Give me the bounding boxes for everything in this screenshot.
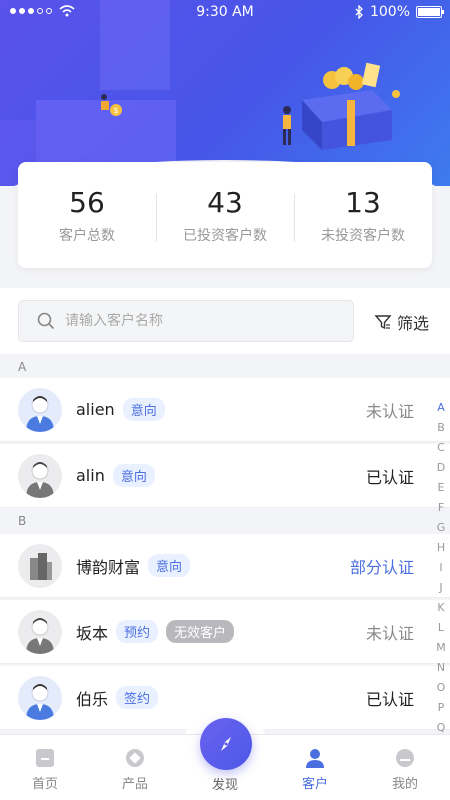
list-item[interactable]: alien 意向 未认证 [0, 378, 450, 442]
avatar [18, 387, 62, 432]
avatar [18, 453, 62, 498]
tab-label: 客户 [301, 777, 328, 792]
list-item[interactable]: 博韵财富 意向 部分认证 [0, 534, 450, 598]
stat-value: 56 [69, 185, 105, 219]
search-input[interactable] [65, 313, 325, 329]
avatar [18, 675, 62, 720]
verification-status: 部分认证 [349, 557, 414, 577]
tab-label: 首页 [31, 777, 58, 792]
gift-box-icon [302, 62, 400, 150]
filter-label: 筛选 [397, 314, 430, 333]
customer-name: 博韵财富 [76, 557, 141, 577]
stat-label: 已投资客户数 [183, 227, 267, 244]
search-bar: 筛选 [0, 288, 450, 354]
search-box[interactable] [18, 300, 354, 342]
discover-button[interactable] [200, 718, 252, 770]
index-letter[interactable]: M [436, 638, 446, 658]
svg-text:$: $ [113, 106, 118, 115]
alphabet-index[interactable]: A B C D E F G H I J K L M N O P Q [434, 398, 448, 738]
invalid-customer-tag: 无效客户 [166, 620, 235, 643]
stat-value: 13 [345, 185, 381, 219]
person-illustration-icon: $ [101, 94, 122, 116]
search-icon [37, 312, 55, 330]
index-letter[interactable]: O [437, 678, 446, 698]
index-letter[interactable]: L [438, 618, 444, 638]
status-bar: 9:30 AM 100% [0, 0, 450, 26]
verification-status: 已认证 [365, 689, 414, 709]
customer-tag: 意向 [122, 398, 165, 421]
stat-value: 43 [207, 185, 243, 219]
index-letter[interactable]: G [437, 518, 446, 538]
index-letter[interactable]: P [438, 698, 445, 718]
verification-status: 已认证 [365, 467, 414, 487]
index-letter[interactable]: C [437, 438, 445, 458]
index-letter[interactable]: J [439, 578, 442, 598]
customer-name: alin [76, 466, 105, 485]
home-icon [36, 749, 54, 767]
index-letter[interactable]: I [439, 558, 442, 578]
section-header: B [0, 510, 450, 532]
index-letter[interactable]: E [438, 478, 445, 498]
bluetooth-icon [355, 5, 363, 19]
stat-invested-customers[interactable]: 43 已投资客户数 [156, 186, 294, 245]
section-header: A [0, 356, 450, 378]
profile-icon [396, 749, 414, 767]
stat-uninvested-customers[interactable]: 13 未投资客户数 [294, 186, 432, 245]
index-letter[interactable]: F [438, 498, 444, 518]
customer-icon [306, 749, 324, 768]
index-letter[interactable]: A [437, 398, 445, 418]
customer-name: 坂本 [76, 623, 109, 643]
index-letter[interactable]: B [437, 418, 445, 438]
verification-status: 未认证 [365, 401, 414, 421]
compass-icon [221, 737, 231, 751]
tab-products[interactable]: 产品 [90, 735, 180, 800]
index-letter[interactable]: K [437, 598, 444, 618]
product-icon [126, 749, 144, 767]
verification-status: 未认证 [365, 623, 414, 643]
filter-button[interactable]: 筛选 [374, 310, 429, 334]
tab-label: 我的 [391, 777, 418, 792]
customer-tag: 意向 [148, 554, 191, 577]
filter-icon [374, 315, 392, 330]
tab-customers[interactable]: 客户 [270, 735, 360, 800]
index-letter[interactable]: D [437, 458, 445, 478]
index-letter[interactable]: N [437, 658, 445, 678]
list-item[interactable]: alin 意向 已认证 [0, 444, 450, 508]
tab-discover-label: 发现 [211, 778, 238, 793]
tab-label: 产品 [121, 777, 148, 792]
battery-percent: 100% [369, 4, 410, 20]
customer-tag: 签约 [116, 686, 159, 709]
standing-person-icon [283, 106, 291, 145]
customer-name: 伯乐 [76, 689, 109, 709]
building-avatar [18, 543, 62, 588]
tab-mine[interactable]: 我的 [360, 735, 450, 800]
tab-home[interactable]: 首页 [0, 735, 90, 800]
customer-tag: 预约 [116, 620, 159, 643]
stat-label: 未投资客户数 [321, 227, 405, 244]
avatar [18, 609, 62, 654]
customer-tag: 意向 [112, 464, 155, 487]
stat-label: 客户总数 [59, 227, 115, 244]
stats-card: 56 客户总数 43 已投资客户数 13 未投资客户数 [18, 162, 432, 268]
stat-total-customers[interactable]: 56 客户总数 [18, 186, 156, 245]
list-item[interactable]: 坂本 预约 无效客户 未认证 [0, 600, 450, 664]
index-letter[interactable]: H [437, 538, 445, 558]
customer-name: alien [76, 400, 115, 419]
battery-icon [416, 6, 444, 18]
header-banner: $ [0, 0, 450, 186]
